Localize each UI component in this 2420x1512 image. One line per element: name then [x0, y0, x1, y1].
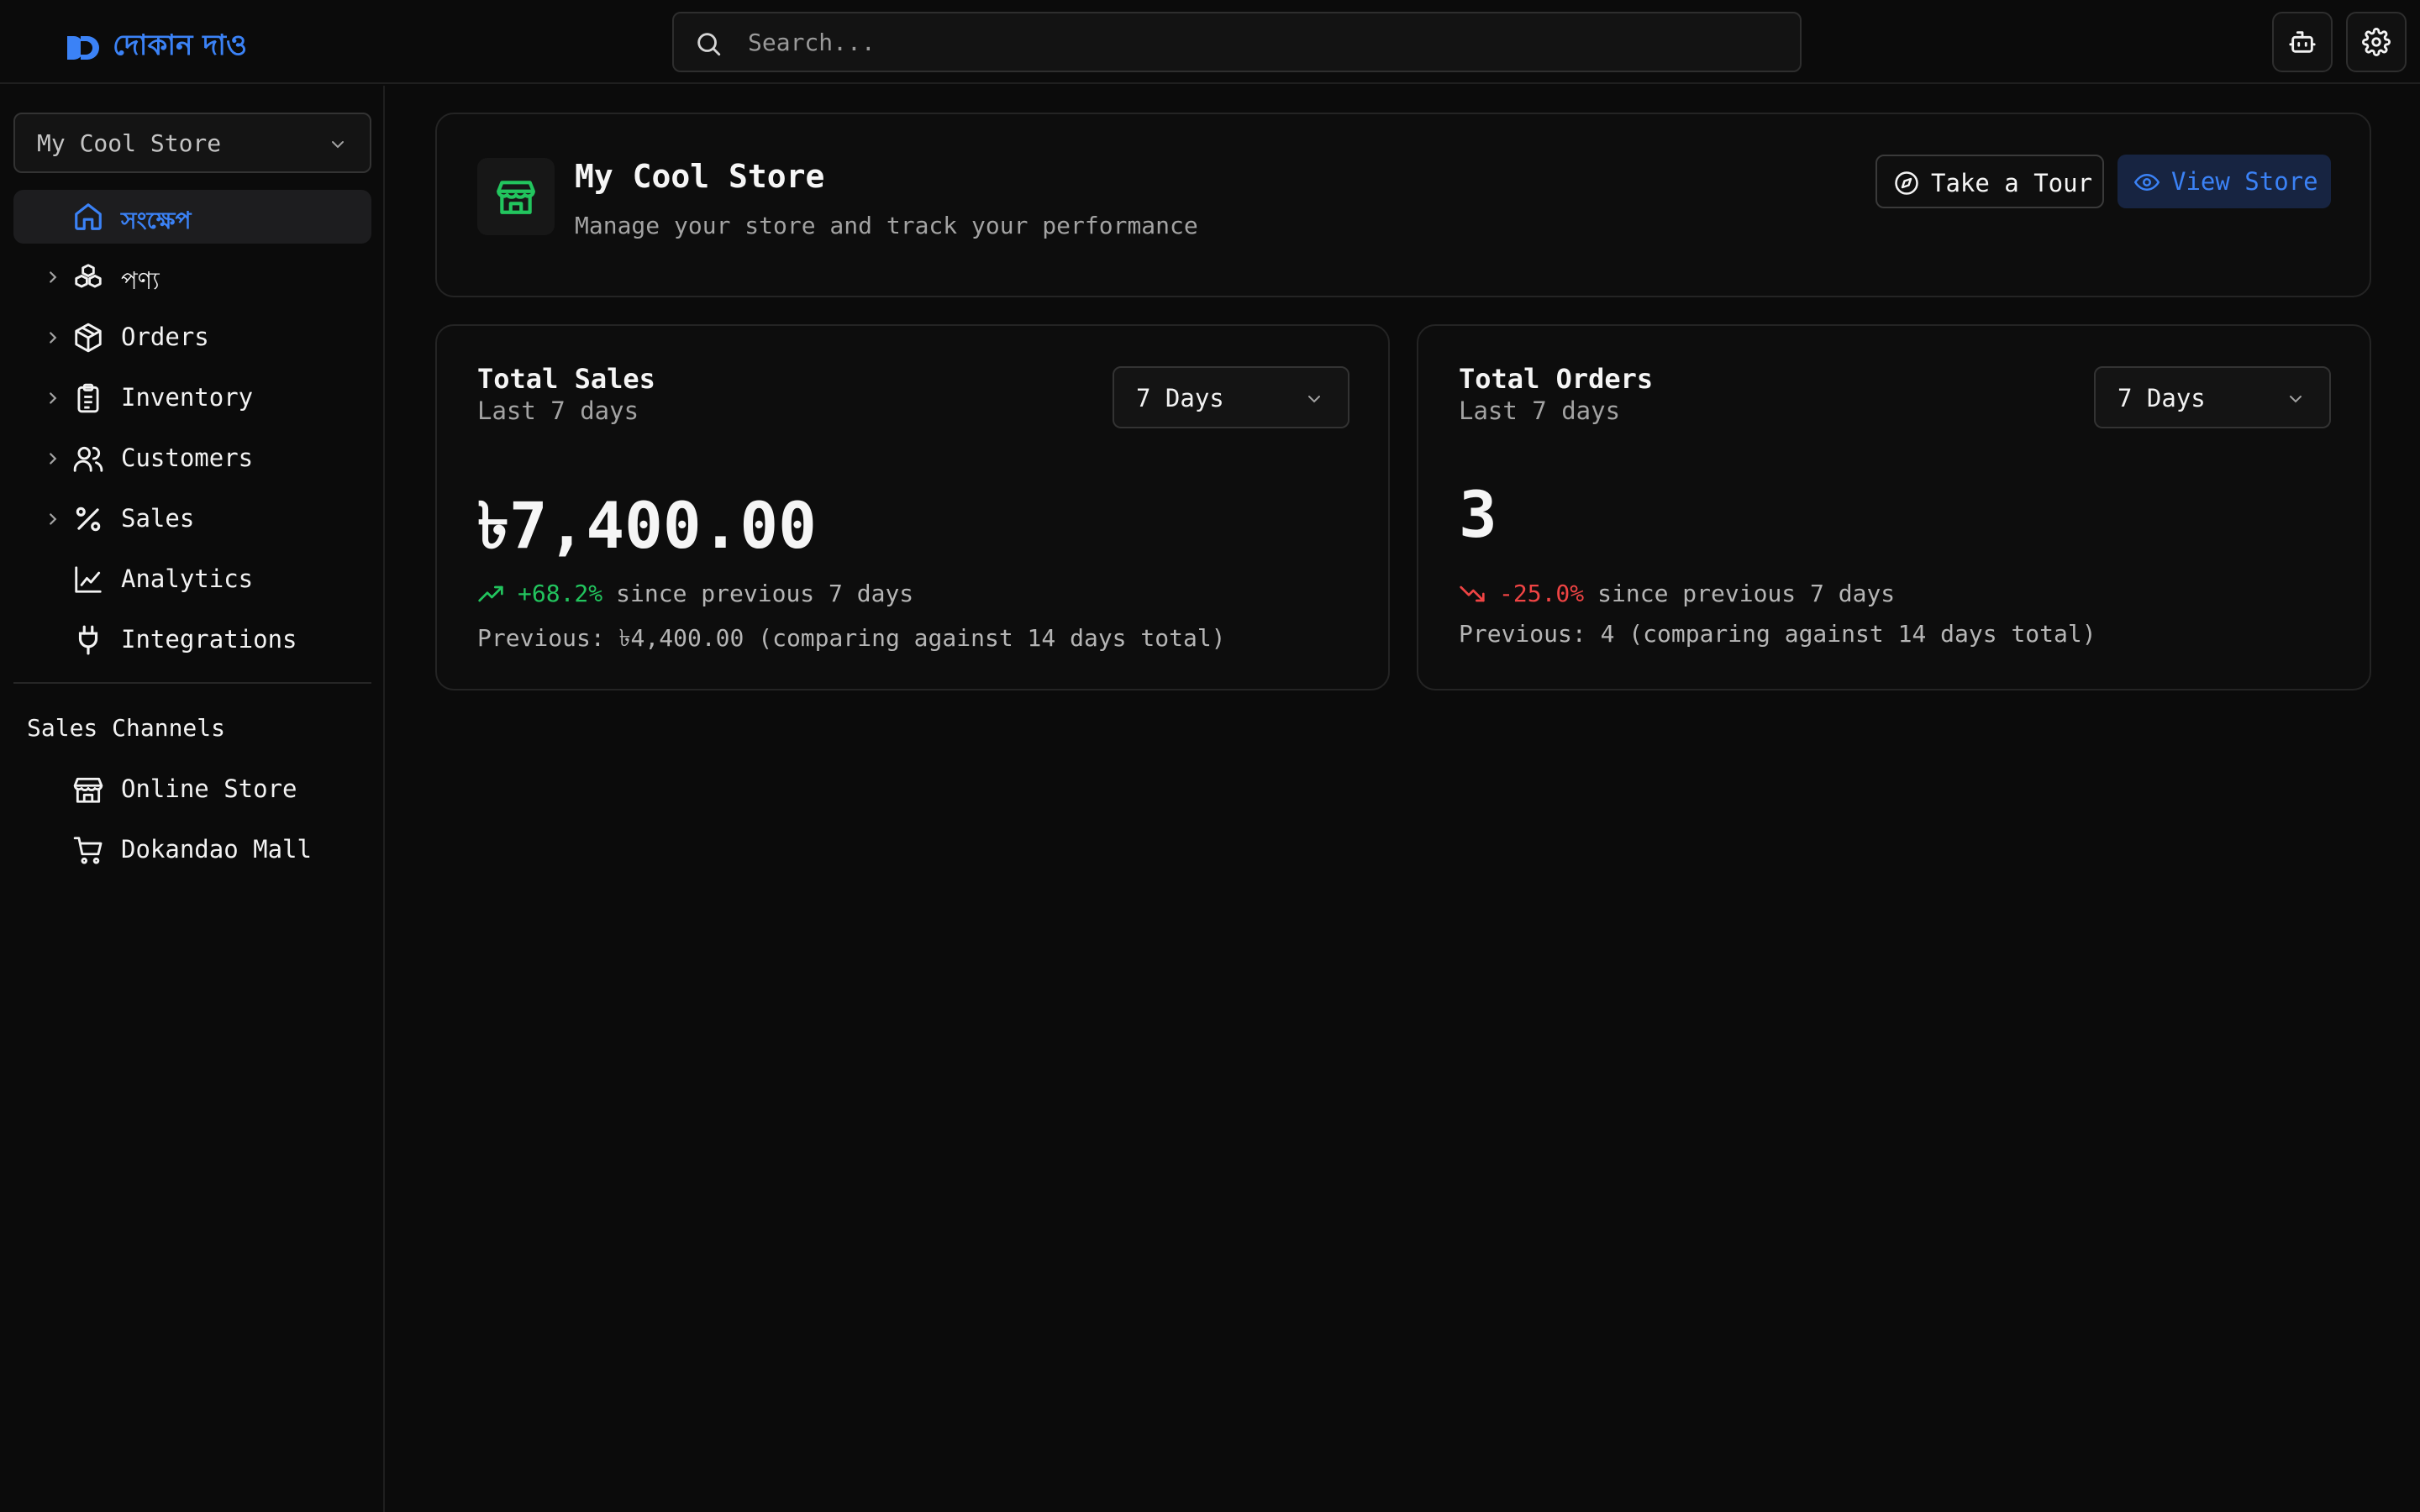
sidebar-item-sales[interactable]: Sales [13, 492, 371, 546]
sidebar-item-label: Integrations [121, 625, 297, 654]
chevron-down-icon [1308, 396, 1320, 403]
stat-subtitle: Last 7 days [1459, 396, 1621, 425]
chevron-right-icon[interactable] [44, 449, 62, 468]
sidebar-item-label: Inventory [121, 383, 254, 412]
sidebar-item-analytics[interactable]: Analytics [13, 553, 371, 606]
sidebar-item-label: সংক্ষেপ [121, 207, 192, 234]
logo-text: দোকান দাও [113, 29, 248, 62]
sidebar-item-label: Online Store [121, 774, 297, 803]
change-percent: +68.2% [518, 580, 603, 607]
bot-icon [2289, 31, 2316, 53]
previous-value: Previous: 4 (comparing against 14 days t… [1459, 620, 2096, 648]
store-icon [73, 777, 103, 803]
stat-change: -25.0% since previous 7 days [1459, 580, 1895, 607]
settings-button[interactable] [2346, 12, 2407, 72]
store-selector[interactable]: My Cool Store [13, 113, 371, 173]
sidebar-item-inventory[interactable]: Inventory [13, 371, 371, 425]
stat-change: +68.2% since previous 7 days [477, 580, 913, 607]
trending-down-icon [1460, 585, 1485, 601]
sidebar-item-label: Analytics [121, 564, 254, 593]
orders-period-select[interactable]: 7 Days [2094, 366, 2331, 428]
eye-icon [2134, 174, 2160, 191]
stat-title: Total Sales [477, 363, 655, 395]
stat-subtitle: Last 7 days [477, 396, 639, 425]
chevron-right-icon[interactable] [44, 510, 62, 528]
trending-up-icon [478, 585, 503, 601]
users-icon [73, 446, 103, 472]
store-header-card: My Cool Store Manage your store and trac… [435, 113, 2371, 297]
chart-line-icon [75, 566, 102, 593]
store-avatar [477, 158, 555, 235]
logo[interactable]: দোকান দাও [66, 24, 247, 71]
home-icon [75, 203, 102, 230]
chevron-down-icon [2290, 396, 2302, 403]
gear-icon [2362, 28, 2391, 56]
chevron-right-icon[interactable] [44, 328, 62, 347]
stat-value: ৳7,400.00 [477, 488, 817, 563]
search-bar[interactable] [672, 12, 1802, 72]
sidebar-item-label: Customers [121, 444, 254, 472]
change-percent: -25.0% [1499, 580, 1585, 607]
top-header: দোকান দাও [0, 0, 2420, 84]
chevron-right-icon[interactable] [44, 268, 62, 286]
percent-icon [76, 507, 101, 532]
clipboard-icon [77, 383, 99, 413]
chevron-right-icon[interactable] [44, 389, 62, 407]
sidebar-item-label: Dokandao Mall [121, 835, 312, 864]
search-icon [697, 33, 721, 56]
sidebar: My Cool Store সংক্ষেপ পণ্য Orders Invent… [0, 86, 385, 1512]
cart-icon [73, 837, 103, 864]
assistant-button[interactable] [2272, 12, 2333, 72]
sidebar-item-dokandao-mall[interactable]: Dokandao Mall [13, 823, 371, 877]
sidebar-item-customers[interactable]: Customers [13, 432, 371, 486]
change-period: since previous 7 days [616, 580, 914, 607]
period-value: 7 Days [2118, 384, 2206, 412]
sidebar-item-label: Orders [121, 323, 209, 351]
plug-icon [78, 625, 98, 655]
total-sales-card: Total Sales Last 7 days 7 Days ৳7,400.00… [435, 324, 1390, 690]
take-tour-label: Take a Tour [1931, 169, 2093, 197]
sidebar-item-online-store[interactable]: Online Store [13, 763, 371, 816]
package-icon [75, 323, 102, 353]
stat-title: Total Orders [1459, 363, 1654, 395]
sales-channels-title: Sales Channels [27, 714, 226, 742]
sidebar-item-orders[interactable]: Orders [13, 311, 371, 365]
change-period: since previous 7 days [1597, 580, 1896, 607]
take-tour-button[interactable]: Take a Tour [1876, 155, 2104, 208]
page-title: My Cool Store [575, 158, 825, 195]
store-icon [497, 181, 535, 214]
sidebar-item-integrations[interactable]: Integrations [13, 613, 371, 667]
sidebar-item-label: Sales [121, 504, 195, 533]
view-store-button[interactable]: View Store [2118, 155, 2331, 208]
total-orders-card: Total Orders Last 7 days 7 Days 3 -25.0%… [1417, 324, 2371, 690]
sales-period-select[interactable]: 7 Days [1113, 366, 1349, 428]
search-input[interactable] [748, 13, 1773, 71]
sidebar-divider [13, 682, 371, 684]
period-value: 7 Days [1136, 384, 1224, 412]
sidebar-item-overview[interactable]: সংক্ষেপ [13, 190, 371, 244]
stat-value: 3 [1459, 477, 1497, 552]
page-description: Manage your store and track your perform… [575, 212, 1198, 239]
previous-value: Previous: ৳4,400.00 (comparing against 1… [477, 624, 1226, 652]
sidebar-item-products[interactable]: পণ্য [13, 250, 371, 304]
store-selector-value: My Cool Store [37, 129, 222, 157]
sidebar-item-label: পণ্য [121, 266, 160, 295]
logo-icon [67, 35, 99, 60]
compass-icon [1895, 171, 1918, 195]
view-store-label: View Store [2171, 167, 2318, 196]
boxes-icon [75, 264, 102, 288]
chevron-down-icon [332, 141, 344, 149]
